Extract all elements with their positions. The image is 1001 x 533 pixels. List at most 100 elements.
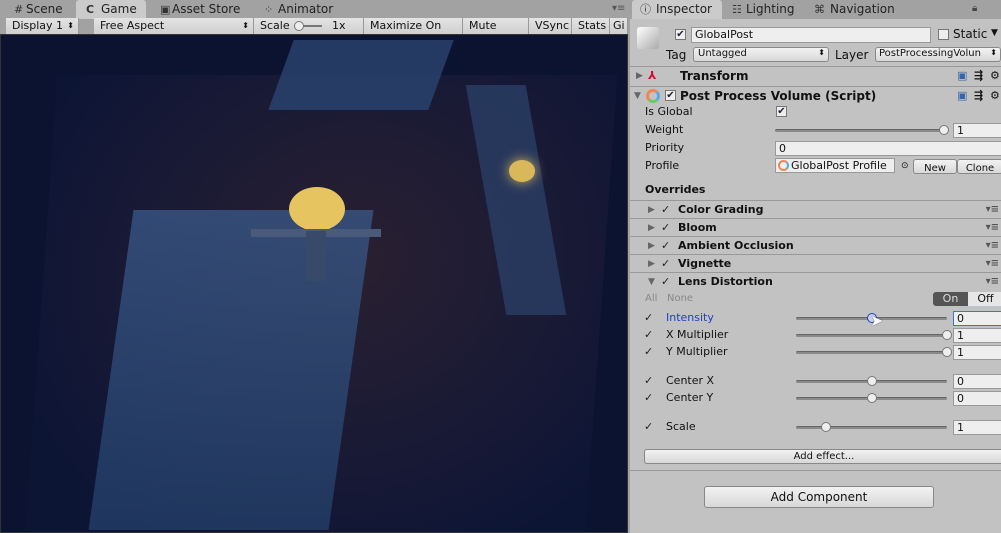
param-value-field[interactable]: 0 <box>953 374 1001 389</box>
effect-checkbox[interactable]: ✓ <box>661 237 670 255</box>
profile-value: GlobalPost Profile <box>791 159 887 172</box>
weight-track[interactable] <box>775 129 945 132</box>
effect-checkbox[interactable]: ✓ <box>661 219 670 237</box>
effect-name: Ambient Occlusion <box>678 239 794 252</box>
layer-dropdown[interactable]: PostProcessingVolun ⬍ <box>875 47 1001 62</box>
effect-menu-icon[interactable]: ▾≡ <box>986 219 999 237</box>
weight-knob[interactable] <box>939 125 949 135</box>
maximize-on-play-toggle[interactable]: Maximize On Play <box>364 18 463 48</box>
param-slider-track[interactable] <box>796 334 947 337</box>
param-slider-knob[interactable] <box>821 422 832 432</box>
tab-asset-store[interactable]: ▣ Asset Store <box>158 0 253 19</box>
is-global-checkbox[interactable]: ✔ <box>776 106 787 117</box>
game-view[interactable] <box>0 34 628 533</box>
add-effect-button[interactable]: Add effect... <box>644 449 1001 464</box>
effect-header[interactable]: ▶ ✓ Color Grading ▾≡ <box>630 200 1001 218</box>
help-icon[interactable]: ▣ <box>957 67 967 85</box>
effect-checkbox[interactable]: ✓ <box>661 255 670 273</box>
ppv-enabled-checkbox[interactable]: ✔ <box>665 90 676 101</box>
param-slider-knob[interactable] <box>866 393 877 403</box>
panel-menu-icon[interactable]: ▾≡ <box>612 3 625 14</box>
param-row: ✓ Intensity 0 <box>630 309 1001 327</box>
mouse-cursor-icon: ➤ <box>870 311 884 330</box>
param-slider-knob[interactable] <box>866 376 877 386</box>
tab-inspector[interactable]: ⓘ Inspector <box>632 0 722 19</box>
transform-header[interactable]: ▶ ⅄ Transform ▣ ⇶ ⚙ <box>630 66 1001 84</box>
tab-lighting[interactable]: ☷ Lighting <box>730 0 810 19</box>
effect-checkbox[interactable]: ✓ <box>661 201 670 219</box>
effect-header[interactable]: ▼ ✓ Lens Distortion ▾≡ <box>630 272 1001 290</box>
name-field[interactable]: GlobalPost <box>691 27 931 43</box>
param-value-field[interactable]: 1 <box>953 420 1001 435</box>
navigation-icon: ⌘ <box>814 3 825 16</box>
param-override-checkbox[interactable]: ✓ <box>644 326 653 344</box>
gizmos-dropdown[interactable]: Gi <box>610 18 628 34</box>
param-override-checkbox[interactable]: ✓ <box>644 343 653 361</box>
effect-menu-icon[interactable]: ▾≡ <box>986 201 999 219</box>
profile-field[interactable]: GlobalPost Profile <box>775 158 895 173</box>
weight-field[interactable]: 1 <box>953 123 1001 138</box>
param-value-field[interactable]: 0 <box>953 391 1001 406</box>
bag-icon: ▣ <box>160 3 171 16</box>
profile-label: Profile <box>645 159 680 172</box>
vsync-toggle[interactable]: VSync <box>529 18 572 34</box>
active-checkbox[interactable]: ✔ <box>675 29 686 40</box>
param-slider-track[interactable] <box>796 426 947 429</box>
clone-button[interactable]: Clone <box>957 159 1001 174</box>
object-picker-icon[interactable]: ⊙ <box>901 157 909 175</box>
param-override-checkbox[interactable]: ✓ <box>644 418 653 436</box>
mute-audio-toggle[interactable]: Mute Audio <box>463 18 529 48</box>
param-override-checkbox[interactable]: ✓ <box>644 389 653 407</box>
effect-header[interactable]: ▶ ✓ Bloom ▾≡ <box>630 218 1001 236</box>
scale-slider[interactable]: Scale 1x <box>254 18 364 34</box>
param-override-checkbox[interactable]: ✓ <box>644 372 653 390</box>
param-value-field[interactable]: 0 <box>953 311 1001 326</box>
effect-name: Color Grading <box>678 203 764 216</box>
effect-checkbox[interactable]: ✓ <box>661 273 670 291</box>
tab-label: Game <box>101 2 137 16</box>
tab-animator[interactable]: ⁘ Animator <box>262 0 342 19</box>
param-slider-knob[interactable] <box>942 330 952 340</box>
priority-label: Priority <box>645 141 685 154</box>
static-checkbox[interactable] <box>938 29 949 40</box>
aspect-dropdown[interactable]: Free Aspect ⬍ <box>94 18 254 34</box>
effect-header[interactable]: ▶ ✓ Ambient Occlusion ▾≡ <box>630 236 1001 254</box>
overrides-title: Overrides <box>645 183 706 196</box>
param-slider-track[interactable] <box>796 351 947 354</box>
add-component-button[interactable]: Add Component <box>704 486 934 508</box>
stats-toggle[interactable]: Stats <box>572 18 610 34</box>
tab-navigation[interactable]: ⌘ Navigation <box>812 0 912 19</box>
expand-icon: ▶ <box>648 223 655 233</box>
param-label: Center X <box>666 374 715 387</box>
effect-menu-icon[interactable]: ▾≡ <box>986 273 999 291</box>
character-torso <box>306 231 326 281</box>
effect-header[interactable]: ▶ ✓ Vignette ▾≡ <box>630 254 1001 272</box>
param-label: Intensity <box>666 311 714 324</box>
presets-icon[interactable]: ⇶ <box>974 67 983 85</box>
scale-knob[interactable] <box>294 21 304 31</box>
param-value-field[interactable]: 1 <box>953 328 1001 343</box>
tab-game[interactable]: C Game <box>76 0 146 19</box>
static-dropdown-icon[interactable]: ▼ <box>991 28 998 38</box>
inspector-panel: ⓘ Inspector ☷ Lighting ⌘ Navigation 🔒︎ ✔ Gl… <box>630 0 1001 533</box>
param-row: ✓ Center X 0 <box>630 372 1001 390</box>
effect-menu-icon[interactable]: ▾≡ <box>986 255 999 273</box>
effect-menu-icon[interactable]: ▾≡ <box>986 237 999 255</box>
on-toggle[interactable]: On <box>933 292 968 306</box>
lock-icon[interactable]: 🔒︎ <box>972 3 977 14</box>
rug <box>88 210 374 530</box>
new-button[interactable]: New <box>913 159 957 174</box>
gear-icon[interactable]: ⚙ <box>990 67 1000 85</box>
param-slider-knob[interactable] <box>942 347 952 357</box>
lamp <box>509 160 535 182</box>
priority-field[interactable]: 0 <box>775 141 1001 156</box>
display-dropdown[interactable]: Display 1 ⬍ <box>6 18 79 34</box>
ppv-header[interactable]: ▼ ✔ Post Process Volume (Script) ▣ ⇶ ⚙ <box>630 86 1001 104</box>
param-value-field[interactable]: 1 <box>953 345 1001 360</box>
param-override-checkbox[interactable]: ✓ <box>644 309 653 327</box>
none-button[interactable]: None <box>667 290 693 308</box>
all-button[interactable]: All <box>645 290 657 308</box>
off-toggle[interactable]: Off <box>968 292 1001 306</box>
tag-dropdown[interactable]: Untagged ⬍ <box>693 47 829 62</box>
tab-scene[interactable]: # Scene <box>12 0 74 19</box>
